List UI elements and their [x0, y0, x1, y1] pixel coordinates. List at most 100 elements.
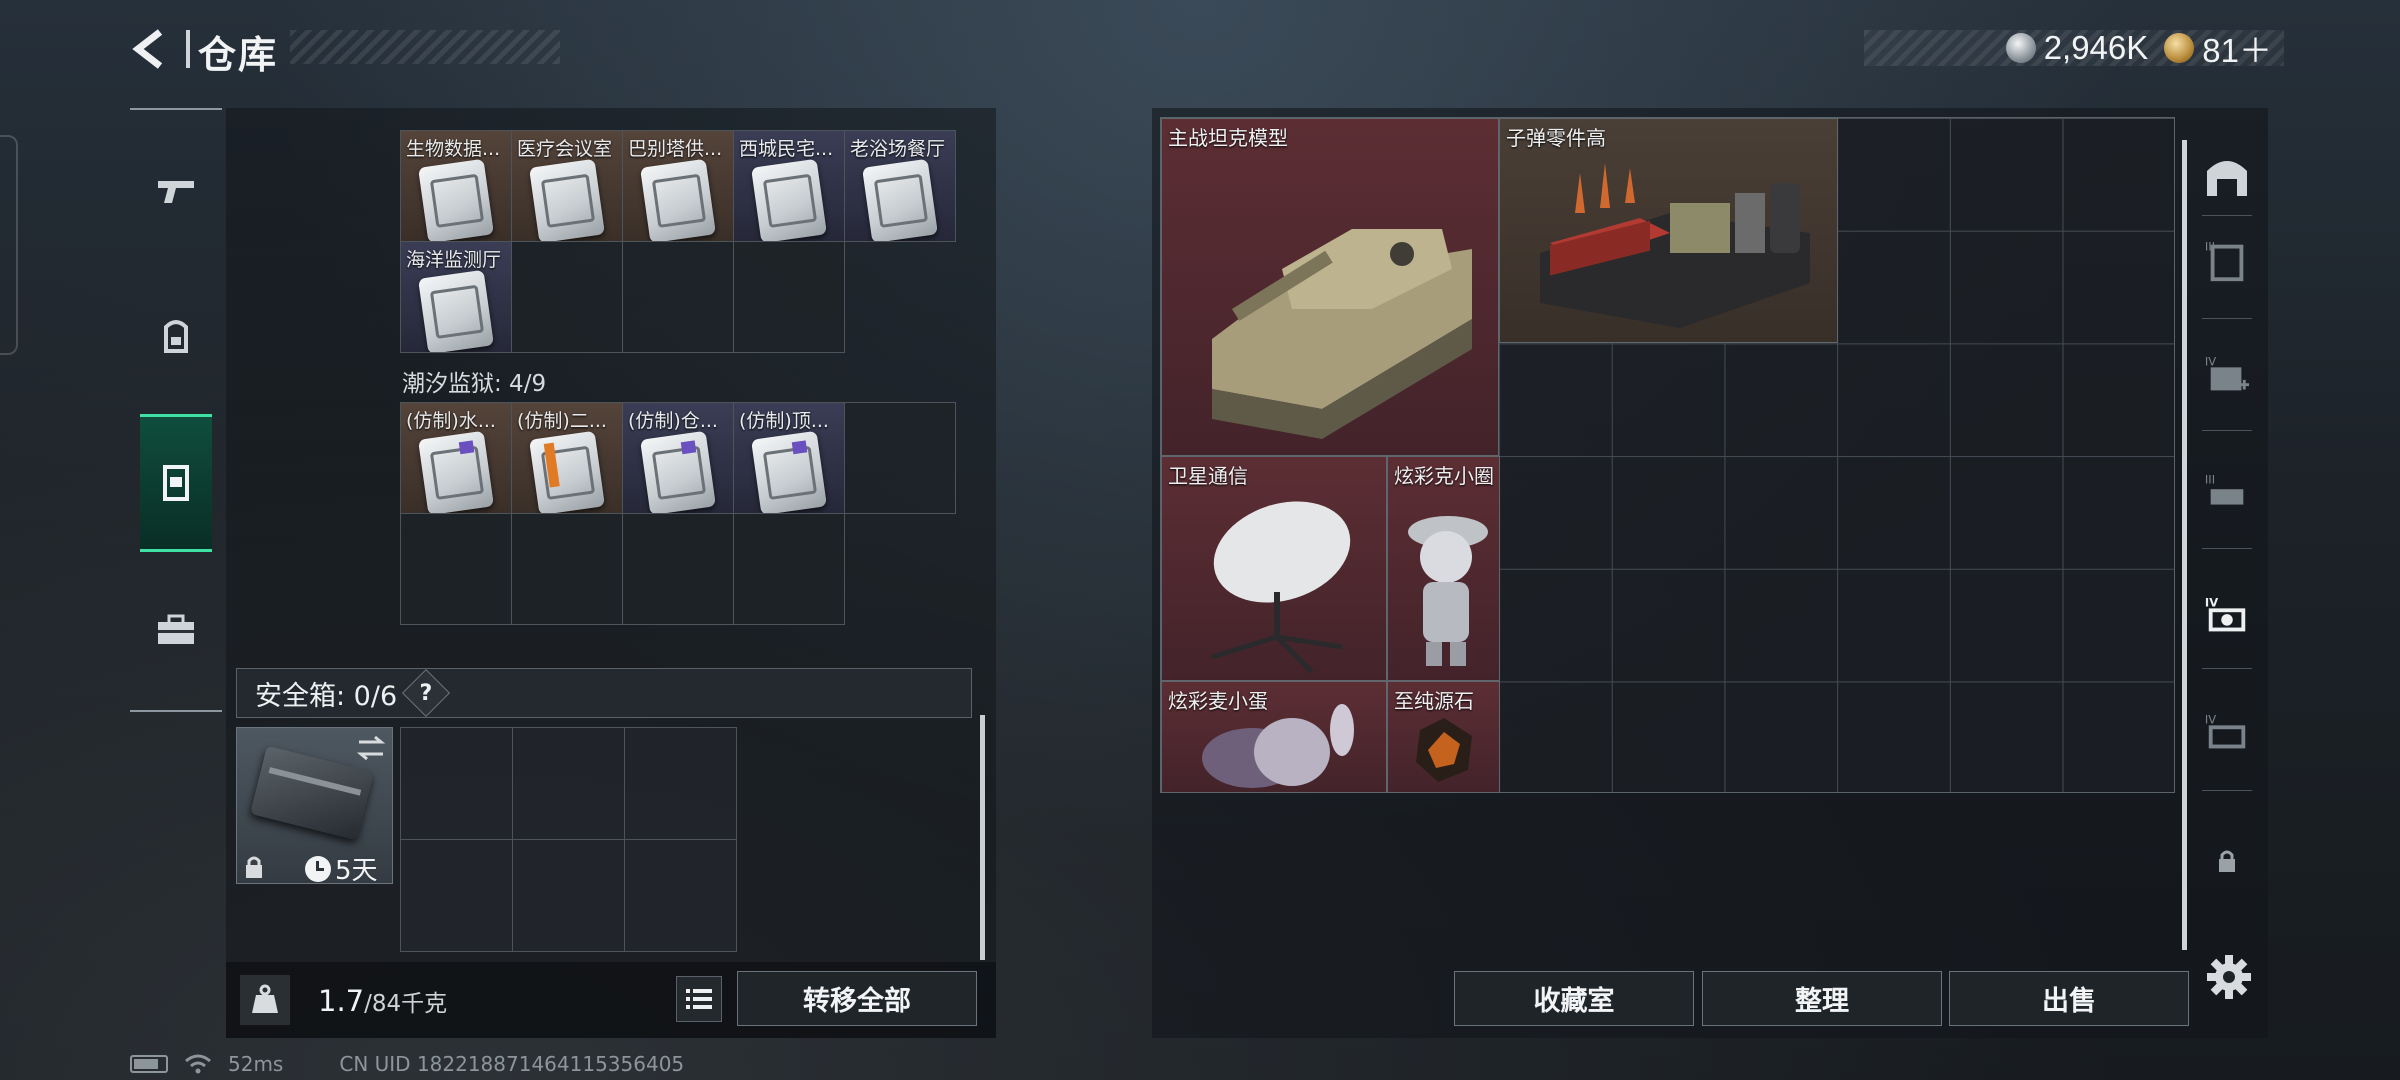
status-bar: 52ms CN UID 1822188714641153564​05	[130, 1052, 684, 1076]
collection-room-button[interactable]: 收藏室	[1454, 971, 1694, 1026]
keycard-item[interactable]: 老浴场餐厅	[844, 130, 956, 242]
item-label: 海洋监测厅	[406, 249, 502, 271]
help-mark: ?	[419, 680, 433, 706]
lock-icon	[2219, 850, 2235, 872]
keycard-item[interactable]: (仿制)二...	[511, 402, 623, 514]
warehouse-item[interactable]: 主战坦克模型	[1161, 118, 1499, 456]
keycard-icon	[418, 158, 494, 241]
bullet-parts-crate-icon	[1540, 163, 1810, 328]
tabs-bottom-divider	[130, 710, 222, 712]
silver-amount: 2,946K	[2043, 29, 2149, 66]
armor-tier3-icon: III	[2205, 239, 2244, 282]
tab-divider	[2202, 668, 2252, 669]
svg-text:III: III	[2205, 472, 2215, 486]
empty-slot[interactable]	[512, 839, 625, 952]
tab-divider	[2202, 430, 2252, 431]
empty-slot[interactable]	[511, 241, 623, 353]
left-scrollbar[interactable]	[980, 715, 985, 960]
empty-slot[interactable]	[511, 513, 623, 625]
safe-box-title: 安全箱: 0/6	[255, 680, 398, 712]
transfer-all-button[interactable]: 转移全部	[737, 971, 977, 1026]
toolbox-icon	[158, 614, 194, 644]
back-arrow-icon	[132, 29, 163, 69]
safe-box-item[interactable]: 5天	[236, 727, 393, 887]
item-label: (仿制)顶...	[739, 410, 829, 432]
warehouse-item[interactable]: 卫星通信	[1161, 456, 1387, 681]
empty-slot[interactable]	[624, 839, 737, 952]
uid-readout: CN UID 1822188714641153564​05	[339, 1052, 685, 1076]
empty-slot[interactable]	[400, 727, 513, 840]
keycard-item[interactable]: 海洋监测厅	[400, 241, 512, 353]
weapons-tab[interactable]	[140, 146, 212, 236]
empty-slot[interactable]	[622, 241, 734, 353]
category-tab-container-4[interactable]: IV	[2196, 703, 2258, 765]
keycard-icon	[529, 430, 605, 513]
keycard-item[interactable]: (仿制)水...	[400, 402, 512, 514]
page-title: 仓库	[198, 33, 279, 77]
keycard-row: 海洋监测厅	[400, 241, 955, 353]
empty-slot[interactable]	[844, 402, 956, 514]
keycard-item[interactable]: 巴别塔供...	[622, 130, 734, 242]
keycard-item[interactable]: 医疗会议室	[511, 130, 623, 242]
tank-model-icon	[1212, 229, 1472, 439]
category-tab-ammo-3[interactable]: III	[2196, 463, 2258, 525]
category-tab-armor-3[interactable]: III	[2196, 230, 2258, 292]
empty-slot[interactable]	[733, 513, 845, 625]
sell-button[interactable]: 出售	[1949, 971, 2189, 1026]
item-label: 至纯源石	[1394, 689, 1474, 713]
item-label: 炫彩麦小蛋	[1168, 689, 1268, 713]
safe-box-header: 安全箱: 0/6 ?	[236, 668, 972, 718]
keycard-row: 生物数据... 医疗会议室 巴别塔供... 西城民宅... 老浴场餐厅	[400, 130, 956, 242]
weight-icon	[240, 975, 290, 1025]
empty-slot[interactable]	[400, 513, 512, 625]
keycard-icon	[418, 430, 494, 513]
warehouse-item[interactable]: 炫彩克小圈	[1387, 456, 1500, 681]
ping-readout: 52ms	[228, 1052, 284, 1076]
currency-gold[interactable]: 81＋	[2164, 24, 2272, 72]
list-view-button[interactable]	[676, 976, 722, 1022]
category-tab-all[interactable]	[2196, 145, 2258, 207]
empty-slot[interactable]	[733, 241, 845, 353]
timer-label: 5天	[335, 856, 378, 886]
empty-slot[interactable]	[512, 727, 625, 840]
storage-tab[interactable]	[140, 414, 212, 552]
equipment-tab[interactable]	[140, 290, 212, 380]
tabs-top-divider	[130, 108, 222, 110]
right-scrollbar[interactable]	[2182, 140, 2187, 950]
settings-gear-icon[interactable]	[2204, 952, 2254, 1002]
gear-tier4-icon: IV	[2205, 595, 2246, 632]
timer: 5天	[305, 850, 378, 887]
empty-slot[interactable]	[624, 727, 737, 840]
edge-handle[interactable]	[0, 135, 18, 355]
medkit-tier4-icon: IV	[2205, 354, 2250, 391]
title-separator	[186, 30, 190, 68]
category-tab-medical-4[interactable]: IV	[2196, 345, 2258, 407]
category-tab-gear-4[interactable]: IV	[2196, 586, 2258, 648]
keycard-icon	[529, 158, 605, 241]
back-button[interactable]	[128, 26, 178, 72]
gold-amount: 81＋	[2202, 32, 2272, 69]
item-label: 老浴场餐厅	[850, 138, 946, 160]
category-tab-locked[interactable]	[2196, 830, 2258, 892]
item-label: 西城民宅...	[739, 138, 834, 160]
item-label: (仿制)二...	[517, 410, 607, 432]
warehouse-item[interactable]: 至纯源石	[1387, 681, 1500, 793]
keycard-item[interactable]: (仿制)顶...	[733, 402, 845, 514]
keycard-item[interactable]: (仿制)仓...	[622, 402, 734, 514]
keycard-item[interactable]: 西城民宅...	[733, 130, 845, 242]
currency-silver[interactable]: 2,946K	[2005, 29, 2149, 67]
warehouse-item[interactable]: 子弹零件高	[1499, 118, 1838, 343]
warehouse-item[interactable]: 炫彩麦小蛋	[1161, 681, 1387, 793]
prison-section-title: 潮汐监狱: 4/9	[402, 371, 547, 397]
supplies-tab[interactable]	[140, 585, 212, 675]
tab-divider	[2202, 215, 2252, 216]
item-label: 炫彩克小圈	[1394, 464, 1494, 488]
empty-slot[interactable]	[622, 513, 734, 625]
svg-text:IV: IV	[2205, 595, 2218, 609]
organize-button[interactable]: 整理	[1702, 971, 1942, 1026]
empty-slot[interactable]	[400, 839, 513, 952]
keycard-item[interactable]: 生物数据...	[400, 130, 512, 242]
help-icon[interactable]: ?	[402, 668, 451, 718]
gold-coin-icon	[2164, 33, 2195, 63]
figurine-icon	[1408, 516, 1488, 666]
